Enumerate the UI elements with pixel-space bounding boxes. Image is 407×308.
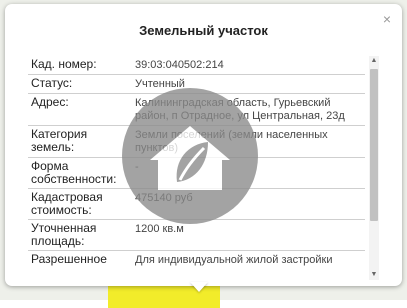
property-label: Кадастровая стоимость:: [31, 190, 103, 217]
property-row: Уточненная площадь: 1200 кв.м: [28, 220, 365, 251]
property-value: Земли поселений (земли населенных пункто…: [135, 129, 328, 154]
property-label: Категория земель:: [31, 127, 88, 154]
property-table: Кад. номер: 39:03:040502:214 Статус: Учтенн…: [28, 56, 365, 269]
property-row: Адрес: Калининградская область, Гурьевски…: [28, 94, 365, 126]
property-row: Форма собственности: -: [28, 158, 365, 189]
property-row: Статус: Учтенный: [28, 75, 365, 94]
property-list: Кад. номер: 39:03:040502:214 Статус: Учтенн…: [28, 56, 365, 282]
property-row: Кад. номер: 39:03:040502:214: [28, 56, 365, 75]
property-value: Учтенный: [135, 78, 185, 90]
property-row: Разрешенное Для индивидуальной жилой заст…: [28, 251, 365, 270]
property-value: Для индивидуальной жилой застройки: [135, 254, 333, 266]
property-value: -: [135, 161, 139, 173]
close-icon[interactable]: ×: [379, 11, 395, 27]
scroll-down-arrow-icon[interactable]: ▼: [369, 270, 379, 280]
scroll-up-arrow-icon[interactable]: ▲: [369, 56, 379, 66]
property-label: Разрешенное: [31, 252, 107, 266]
popup-pointer: [190, 282, 208, 292]
property-value: 39:03:040502:214: [135, 59, 224, 71]
popup-title: Земельный участок: [139, 23, 268, 38]
land-plot-popup: Земельный участок × Кад. номер: 39:03:040…: [5, 4, 402, 286]
property-value: Калининградская область, Гурьевский райо…: [135, 97, 345, 122]
property-label: Адрес:: [31, 95, 69, 109]
property-row: Категория земель: Земли поселений (земли …: [28, 126, 365, 158]
scrollbar-thumb[interactable]: [370, 69, 378, 221]
property-label: Кад. номер:: [31, 57, 97, 71]
property-value: 475140 руб: [135, 192, 193, 204]
property-value: 1200 кв.м: [135, 223, 184, 235]
scrollbar[interactable]: ▲ ▼: [369, 56, 379, 280]
property-row: Кадастровая стоимость: 475140 руб: [28, 189, 365, 220]
property-label: Уточненная площадь:: [31, 221, 97, 248]
property-label: Форма собственности:: [31, 159, 117, 186]
property-label: Статус:: [31, 76, 73, 90]
